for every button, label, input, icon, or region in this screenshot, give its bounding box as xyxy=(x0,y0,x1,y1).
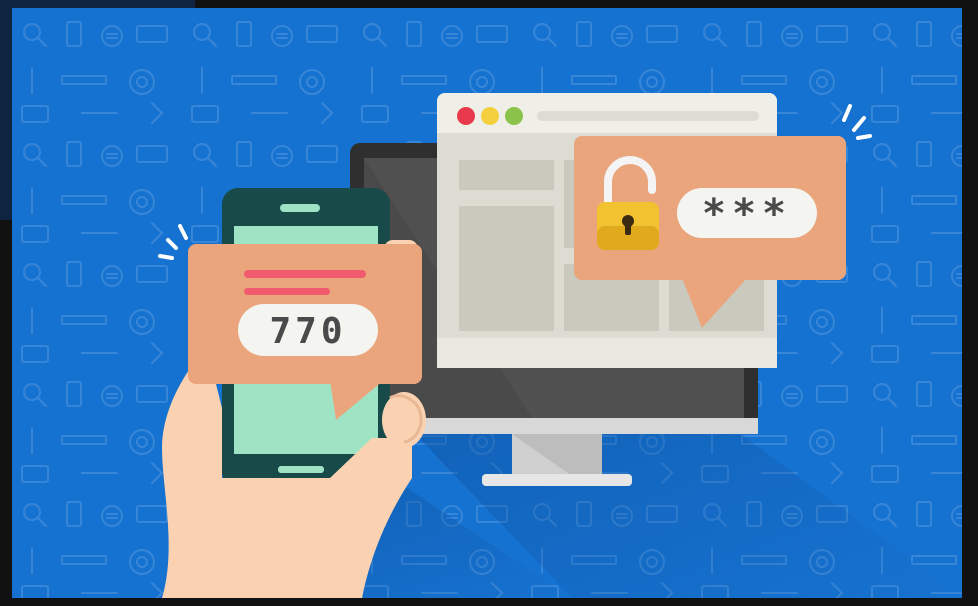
image-frame: *** 770 xyxy=(0,0,978,606)
illustration-scene: *** 770 xyxy=(12,8,962,598)
password-mask-text: *** xyxy=(702,191,792,237)
otp-code-text: 770 xyxy=(269,311,346,352)
two-factor-illustration: *** 770 xyxy=(12,8,962,598)
